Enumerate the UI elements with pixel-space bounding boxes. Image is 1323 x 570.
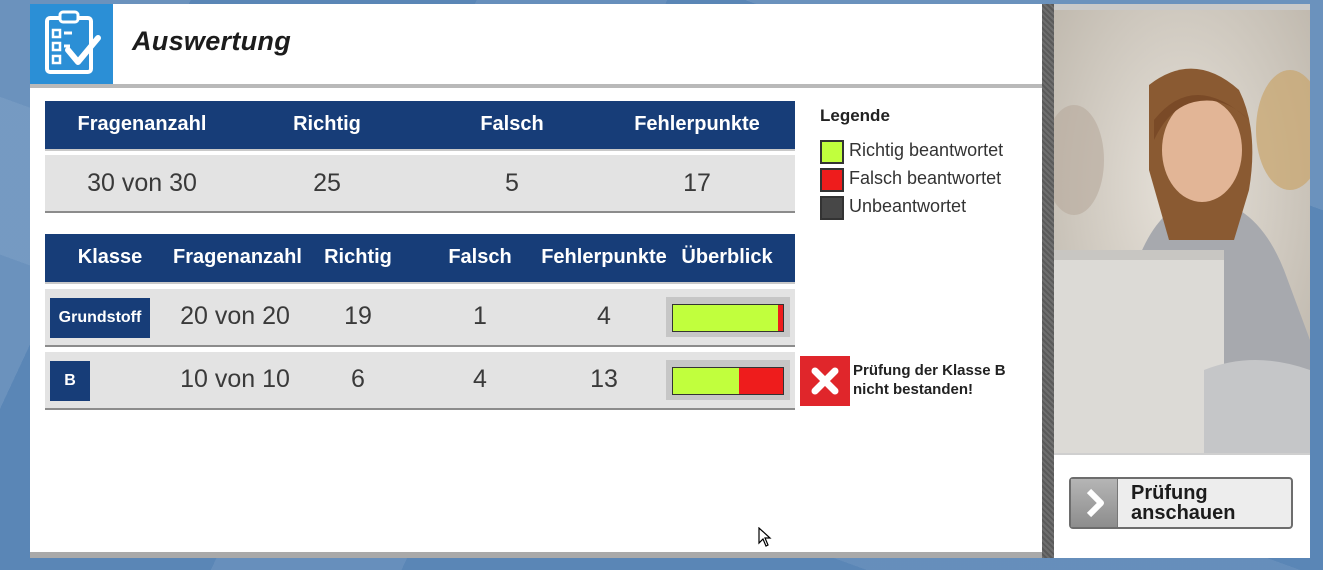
class-col-correct: Richtig [324, 246, 392, 268]
header-divider [30, 84, 1042, 88]
legend-label: Richtig beantwortet [849, 140, 1004, 160]
summary-questions: 30 von 30 [87, 169, 197, 197]
photo-divider [1054, 453, 1310, 455]
overview-bar-track [672, 304, 784, 332]
fail-notice: Prüfung der Klasse B nicht bestanden! [853, 361, 1006, 399]
summary-wrong: 5 [505, 169, 519, 197]
class-col-points: Fehlerpunkte [541, 246, 667, 268]
class-col-overview: Überblick [681, 246, 773, 268]
fail-notice-line1: Prüfung der Klasse B [853, 362, 1006, 379]
row-points: 4 [597, 302, 611, 330]
chevron-right-icon [1071, 479, 1118, 527]
legend-swatch [820, 168, 844, 192]
legend-label: Falsch beantwortet [849, 168, 1002, 188]
main-panel-bottom [30, 552, 1042, 558]
overview-bar-correct [673, 305, 778, 331]
class-col-wrong: Falsch [448, 246, 512, 268]
fail-notice-line2: nicht bestanden! [853, 381, 974, 398]
checklist-icon [30, 4, 113, 84]
evaluation-panel: Auswertung Fragenanzahl Richtig Falsch F… [30, 4, 1042, 552]
overview-bar-correct [673, 368, 739, 394]
review-label-line1: Prüfung [1131, 482, 1208, 504]
summary-col-correct: Richtig [293, 113, 361, 135]
row-divider [45, 408, 795, 410]
overview-bar [666, 297, 790, 337]
summary-col-points: Fehlerpunkte [634, 113, 760, 135]
review-exam-label: Prüfung anschauen [1131, 483, 1281, 523]
class-header-line [45, 282, 795, 284]
overview-bar-track [672, 367, 784, 395]
class-badge: Grundstoff [50, 298, 150, 338]
summary-col-wrong: Falsch [480, 113, 544, 135]
summary-points: 17 [683, 169, 711, 197]
table-row: B 10 von 10 6 4 13 [45, 352, 795, 408]
summary-header: Fragenanzahl Richtig Falsch Fehlerpunkte [45, 101, 795, 149]
row-points: 13 [590, 365, 618, 393]
row-correct: 19 [344, 302, 372, 330]
summary-header-line [45, 149, 795, 151]
legend-swatch [820, 196, 844, 220]
row-divider [45, 345, 795, 347]
legend-swatch [820, 140, 844, 164]
panel-divider [1042, 4, 1054, 558]
side-panel: Prüfung anschauen [1054, 10, 1310, 558]
header: Auswertung [30, 4, 1042, 84]
table-row: Grundstoff 20 von 20 19 1 4 [45, 289, 795, 345]
overview-bar [666, 360, 790, 400]
class-col-questions: Fragenanzahl [173, 246, 302, 268]
review-label-line2: anschauen [1131, 502, 1236, 524]
row-questions: 20 von 20 [180, 302, 290, 330]
class-table-header: Klasse Fragenanzahl Richtig Falsch Fehle… [45, 234, 795, 282]
class-col-class: Klasse [77, 246, 143, 268]
overview-bar-wrong [739, 368, 783, 394]
row-wrong: 4 [473, 365, 487, 393]
page-title: Auswertung [132, 26, 292, 56]
fail-x-icon [800, 356, 850, 406]
summary-row-line [45, 211, 795, 213]
student-photo [1054, 10, 1310, 453]
class-badge: B [50, 361, 90, 401]
row-wrong: 1 [473, 302, 487, 330]
row-questions: 10 von 10 [180, 365, 290, 393]
mouse-cursor-icon [758, 526, 772, 552]
summary-correct: 25 [313, 169, 341, 197]
row-correct: 6 [351, 365, 365, 393]
review-exam-button[interactable]: Prüfung anschauen [1069, 477, 1293, 529]
legend-title: Legende [820, 106, 890, 125]
overview-bar-wrong [777, 305, 783, 331]
legend-label: Unbeantwortet [849, 196, 967, 216]
summary-col-questions: Fragenanzahl [77, 113, 207, 135]
summary-row: 30 von 30 25 5 17 [45, 155, 795, 211]
